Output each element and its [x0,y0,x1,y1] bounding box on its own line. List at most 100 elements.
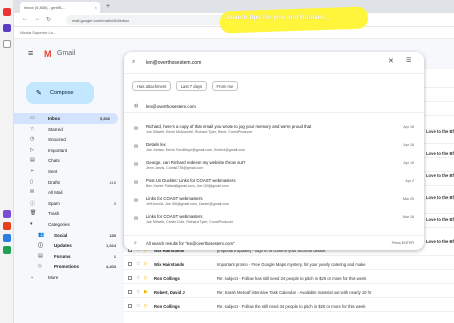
search-result-item[interactable]: ✉ George, can Richard redeem my website t… [124,158,424,173]
gmail-wordmark[interactable]: Gmail [57,50,75,57]
sidebar-item-social[interactable]: 👥 Social 185 [14,230,124,241]
chip-from-me[interactable]: From me [211,81,239,91]
forward-arrow-icon[interactable]: → [34,16,40,22]
result-title: Links for COAST webmasters [146,214,203,219]
sidebar-item-trash[interactable]: 🗑 Trash [14,208,124,219]
email-icon: ✉ [134,198,139,204]
sidebar-item-label: Trash [48,211,60,217]
compose-label: Compose [50,90,74,96]
clear-search-icon[interactable]: ✕ [388,58,394,65]
row-sender: Robert, David J [154,290,185,295]
result-participants: Joe Jordan, Kevin Tom4lfoye@gmail.com, K… [146,148,246,152]
main-menu-icon[interactable]: ≡ [28,49,33,58]
row-subject: Re: subject - Follow the still need 34 p… [217,304,366,309]
sidebar-item-snoozed[interactable]: ◷ Snoozed [14,134,124,145]
url-field[interactable]: mail.google.com/mail/u/0/#inbox [66,15,236,25]
app-icon-red[interactable] [3,8,11,16]
important-icon[interactable]: ▷ [144,275,148,281]
sidebar: ✎ Compose ▭ Inbox 5,836 ☆ Starred ◷ Snoozed ▷ Im… [14,69,124,323]
sidebar-item-count: 5,836 [99,116,110,121]
gmail-logo-icon[interactable]: M [44,49,52,59]
search-result-item[interactable]: ✉ Links for COAST webmasters Joe Stilwell,… [124,212,424,227]
search-icon: ⌕ [134,240,137,246]
sidebar-item-categories[interactable]: ▾ Categories [14,219,124,230]
chip-last-7-days[interactable]: Last 7 days [175,81,208,91]
row-checkbox[interactable] [128,304,132,308]
chip-has-attachment[interactable]: Has attachment [132,81,172,91]
sidebar-item-label: Sent [48,168,58,174]
row-checkbox[interactable] [128,262,132,266]
search-chips: Has attachment Last 7 days From me [132,81,241,91]
compose-button[interactable]: ✎ Compose [26,82,94,104]
search-icon[interactable]: ⌕ [132,59,135,66]
search-result-item[interactable]: ✉ Post Us Ducklet: Links for COAST webmas… [124,176,424,191]
result-participants: Jeff Arnold, Joe Gill@gmail.com, Daniel@… [146,202,230,206]
app-icon-blue[interactable] [3,234,11,242]
app-icon-outline[interactable] [3,40,11,48]
app-icon-purple[interactable] [3,24,11,32]
important-icon[interactable]: ▶ [144,289,148,295]
sidebar-item-all-mail[interactable]: ✉ All Mail [14,187,124,198]
row-checkbox[interactable] [128,290,132,294]
search-result-item[interactable]: ✉ Links for COAST webmasters Jeff Arnold, … [124,194,424,209]
email-icon: ✉ [134,162,139,168]
star-icon[interactable]: ☆ [136,303,140,309]
all-results-text: All search results for "len@overthoseste… [146,241,235,246]
sidebar-item-label: Updates [54,243,72,249]
sidebar-item-label: Spam [48,200,60,206]
important-icon[interactable]: ▷ [144,303,148,309]
back-arrow-icon[interactable]: ← [22,16,28,22]
address-suggestion[interactable]: ◍ len@overthosestem.com [124,99,424,113]
search-options-icon[interactable]: ☰ [406,58,411,65]
search-dropdown: ⌕ ✕ ☰ Has attachment Last 7 days From me… [124,52,424,250]
sidebar-item-important[interactable]: ▷ Important [14,145,124,156]
os-side-strip [0,0,14,323]
sidebar-item-icon: ➢ [30,167,35,174]
bookmark-item[interactable]: Nicola Superior Lu... [20,30,56,35]
row-checkbox[interactable] [128,276,132,280]
tab-close-icon[interactable]: × [95,5,97,10]
result-participants: Joe Stilwell, Carter Cole, Richard Tyler… [146,220,234,224]
sidebar-item-icon: ◇ [38,263,42,270]
search-result-item[interactable]: ✉ Richard, here's a copy of that email yo… [124,122,424,137]
sidebar-item-icon: ▯ [30,178,33,185]
row-snippet: Love to the Bf [426,217,454,222]
result-date: Mar 25 [402,197,414,201]
result-title: Richard, here's a copy of that email you… [146,124,312,129]
sidebar-item-starred[interactable]: ☆ Starred [14,124,124,135]
sidebar-item-updates[interactable]: ⓘ Updates 1,024 [14,240,124,251]
app-icon-green[interactable] [3,246,11,254]
table-row[interactable]: ☆ ▷ Ron Collings Re: subject - Follow has s… [124,273,454,284]
app-icon-violet[interactable] [3,210,11,218]
sidebar-nav: ▭ Inbox 5,836 ☆ Starred ◷ Snoozed ▷ Important ▤ Ch… [14,113,124,283]
sidebar-item-label: Categories [48,221,70,227]
result-participants: Ben Xavier Pallad@gmail.com, Joe Gill@gm… [146,184,229,188]
sidebar-item-inbox[interactable]: ▭ Inbox 5,836 [14,113,118,124]
app-icon-orange[interactable] [3,222,11,230]
table-row[interactable]: ☆ ▷ Wix Hairstands Important promo - Free G… [124,259,454,270]
sidebar-item-more[interactable]: ⌄ More [14,272,124,283]
email-icon: ✉ [134,126,139,132]
table-row[interactable]: ☆ ▷ Ron Collings Re: subject - Follow the s… [124,301,454,312]
all-search-results[interactable]: ⌕ All search results for "len@overthoses… [124,235,424,249]
sidebar-item-forums[interactable]: ▤ Forums 1 [14,251,124,262]
sidebar-item-sent[interactable]: ➢ Sent [14,166,124,177]
sidebar-item-icon: ▤ [30,157,35,164]
new-tab-icon[interactable]: + [104,3,112,11]
search-input[interactable] [146,58,376,68]
sidebar-item-spam[interactable]: ⓘ Spam 3 [14,198,124,209]
star-icon[interactable]: ☆ [136,289,140,295]
email-icon: ✉ [134,180,139,186]
star-icon[interactable]: ☆ [136,275,140,281]
sidebar-item-drafts[interactable]: ▯ Drafts 418 [14,177,124,188]
important-icon[interactable]: ▷ [144,261,148,267]
table-row[interactable]: ☆ ▶ Robert, David J Re: Sarah Metcalf inten… [124,287,454,298]
sidebar-item-promotions[interactable]: ◇ Promotions 4,403 [14,261,124,272]
browser-tab[interactable]: Inbox (5,836) - gesff1... × [20,2,100,13]
star-icon[interactable]: ☆ [136,261,140,267]
search-result-item[interactable]: ✉ Details lex Joe Jordan, Kevin Tom4lfoye@… [124,140,424,155]
sidebar-item-chats[interactable]: ▤ Chats [14,155,124,166]
sidebar-item-count: 1 [113,253,116,259]
reload-icon[interactable]: ↻ [46,16,51,23]
sidebar-item-count: 4,403 [105,264,116,270]
